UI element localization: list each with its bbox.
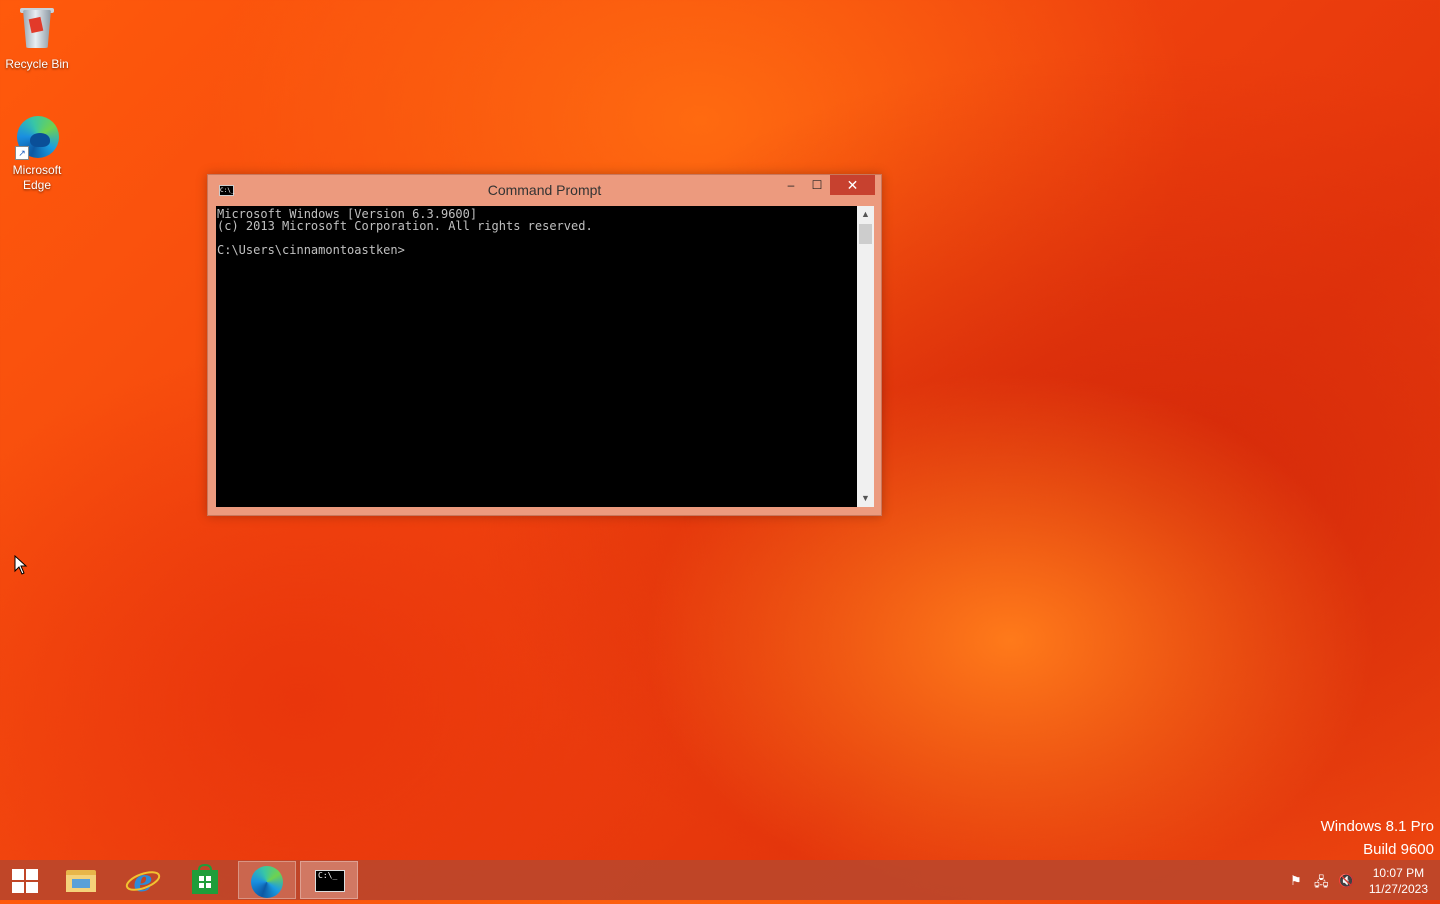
shortcut-arrow-icon: ↗ (15, 146, 29, 160)
watermark-edition: Windows 8.1 Pro (1320, 818, 1434, 835)
internet-explorer-icon: e (125, 864, 161, 899)
network-icon[interactable]: 🖧 (1314, 873, 1329, 895)
console-output[interactable]: Microsoft Windows [Version 6.3.9600] (c) … (216, 206, 857, 507)
start-button[interactable] (0, 861, 58, 899)
console-line: (c) 2013 Microsoft Corporation. All righ… (217, 219, 593, 233)
edge-icon: ↗ (13, 112, 61, 160)
maximize-button[interactable]: ☐ (806, 175, 828, 195)
window-titlebar[interactable]: C:\_ Command Prompt – ☐ ✕ (208, 175, 881, 205)
scrollbar-thumb[interactable] (859, 224, 872, 244)
cmd-icon: C:\_ (315, 870, 345, 892)
minimize-button[interactable]: – (780, 175, 802, 195)
taskbar-command-prompt[interactable]: C:\_ (300, 861, 358, 899)
recycle-bin-icon (13, 6, 61, 54)
watermark-build: Build 9600 (1363, 841, 1434, 858)
taskbar: e C:\_ (0, 860, 1440, 900)
windows-watermark: Windows 8.1 Pro Build 9600 (1321, 815, 1434, 861)
desktop-icon-recycle-bin[interactable]: Recycle Bin (0, 6, 74, 72)
close-button[interactable]: ✕ (830, 175, 875, 195)
taskbar-file-explorer[interactable] (52, 861, 110, 899)
taskbar-internet-explorer[interactable]: e (114, 861, 172, 899)
edge-icon (251, 866, 283, 898)
taskbar-microsoft-edge[interactable] (238, 861, 296, 899)
windows-logo-icon (12, 869, 38, 893)
vertical-scrollbar[interactable]: ▲ ▼ (857, 206, 874, 507)
folder-icon (66, 870, 96, 892)
svg-text:e: e (133, 864, 152, 899)
desktop-icon-label: Microsoft Edge (12, 163, 62, 192)
clock-date: 11/27/2023 (1368, 882, 1428, 896)
action-center-flag-icon[interactable]: ⚑ (1290, 873, 1302, 889)
command-prompt-window[interactable]: C:\_ Command Prompt – ☐ ✕ Microsoft Wind… (207, 174, 882, 516)
taskbar-clock[interactable]: 10:07 PM 11/27/2023 (1369, 865, 1428, 897)
desktop-icon-microsoft-edge[interactable]: ↗ Microsoft Edge (0, 112, 74, 193)
clock-time: 10:07 PM (1372, 866, 1425, 880)
scroll-down-arrow-icon[interactable]: ▼ (857, 490, 874, 507)
console-prompt: C:\Users\cinnamontoastken> (217, 243, 405, 257)
taskbar-store[interactable] (176, 861, 234, 899)
volume-muted-icon[interactable]: 🔇 (1338, 873, 1354, 889)
scroll-up-arrow-icon[interactable]: ▲ (857, 206, 874, 223)
desktop-icon-label: Recycle Bin (5, 57, 69, 71)
store-icon (192, 863, 218, 894)
